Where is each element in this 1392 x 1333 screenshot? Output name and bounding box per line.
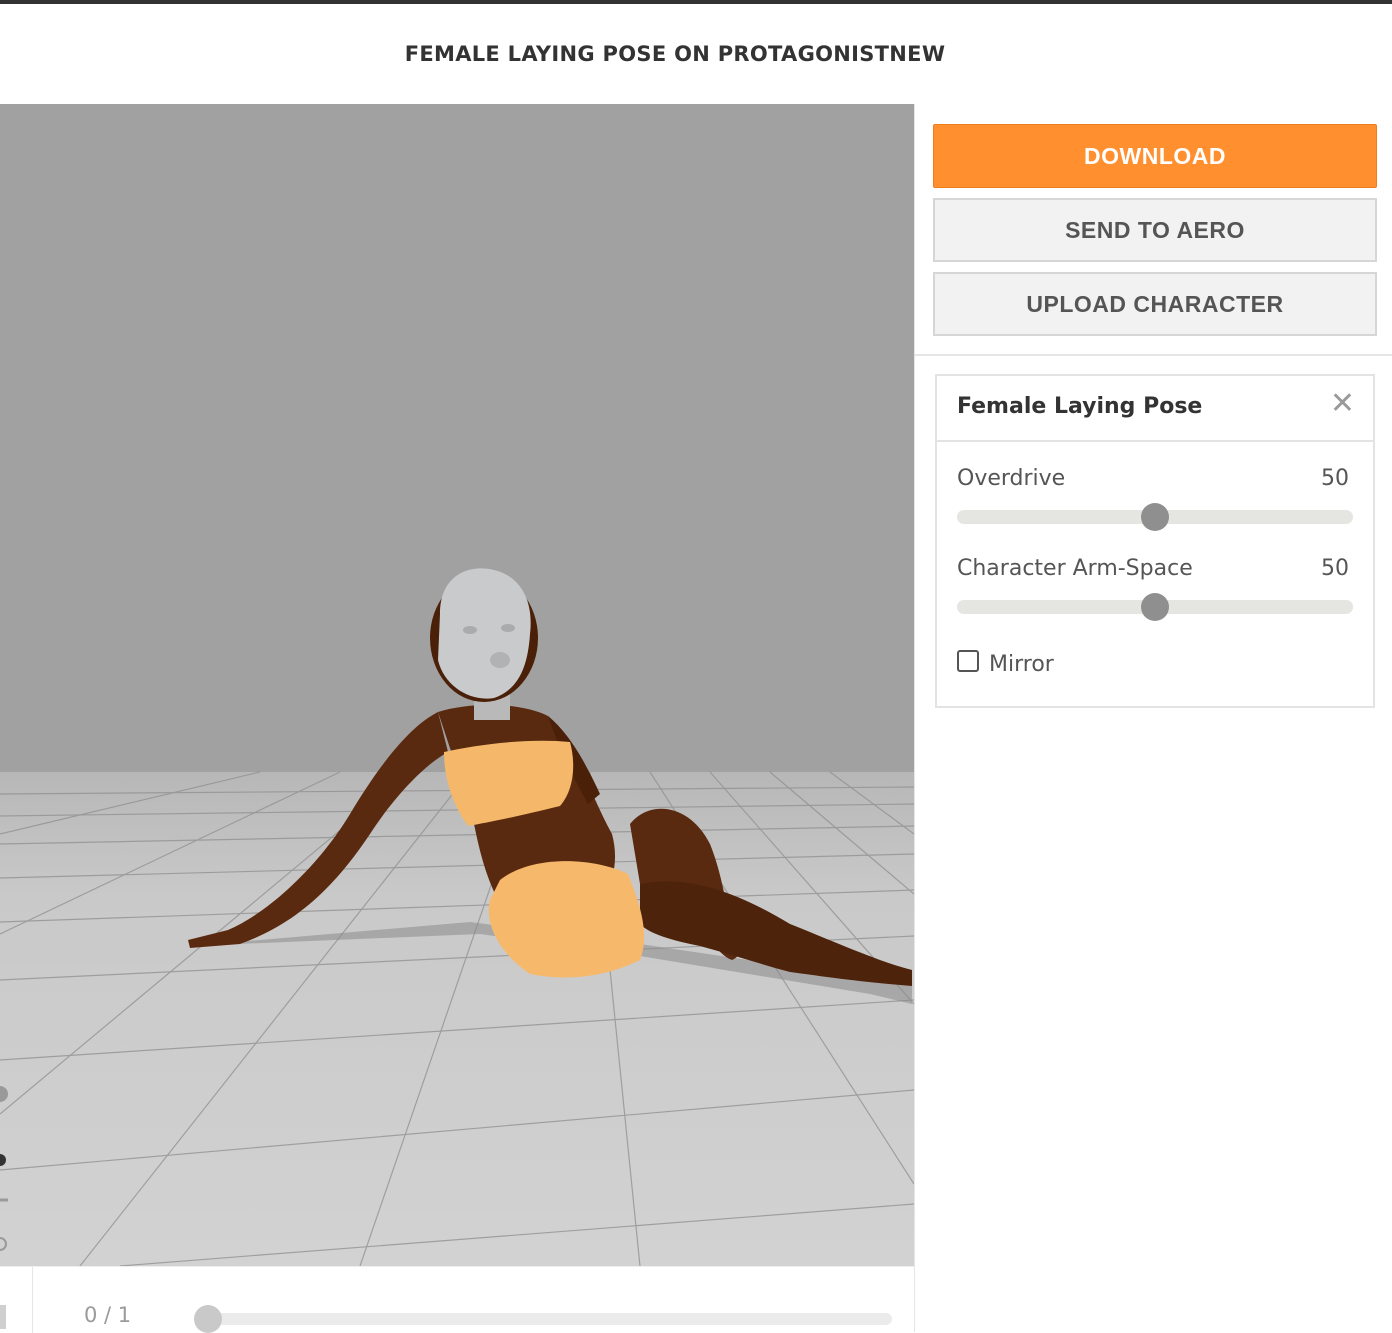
viewport-toolbar	[0, 1074, 12, 1266]
character-head	[438, 568, 531, 699]
arm-space-value: 50	[1321, 556, 1349, 581]
send-to-aero-button[interactable]: SEND TO AERO	[933, 198, 1377, 262]
timeline-divider	[32, 1267, 33, 1333]
timeline-bar: 0 / 1	[0, 1266, 914, 1333]
overdrive-label: Overdrive	[957, 466, 1066, 491]
frame-counter: 0 / 1	[84, 1303, 132, 1327]
timeline-scrubber[interactable]	[194, 1305, 222, 1333]
3d-viewport[interactable]	[0, 104, 914, 1266]
mirror-checkbox[interactable]	[957, 650, 979, 672]
sidebar: DOWNLOAD SEND TO AERO UPLOAD CHARACTER F…	[914, 104, 1392, 1332]
upload-character-button[interactable]: UPLOAD CHARACTER	[933, 272, 1377, 336]
scene-canvas[interactable]	[0, 104, 914, 1266]
download-button[interactable]: DOWNLOAD	[933, 124, 1377, 188]
arm-space-label: Character Arm-Space	[957, 556, 1193, 581]
panel-header: Female Laying Pose ✕	[937, 376, 1373, 442]
page-title: FEMALE LAYING POSE ON PROTAGONISTNEW	[404, 42, 946, 66]
page-header: FEMALE LAYING POSE ON PROTAGONISTNEW	[0, 4, 1392, 104]
mirror-label[interactable]: Mirror	[989, 652, 1054, 677]
zoom-icon	[0, 1237, 7, 1251]
animation-title: Female Laying Pose	[957, 394, 1203, 419]
arm-space-slider-handle[interactable]	[1141, 593, 1169, 621]
sidebar-divider	[915, 354, 1392, 356]
animation-settings-panel: Female Laying Pose ✕ Overdrive 50 Charac…	[935, 374, 1375, 708]
pan-icon	[0, 1154, 6, 1166]
timeline-handle[interactable]	[0, 1305, 6, 1329]
orbit-icon	[0, 1086, 8, 1102]
floor	[0, 772, 914, 1266]
overdrive-value: 50	[1321, 466, 1349, 491]
close-icon[interactable]: ✕	[1330, 389, 1355, 419]
overdrive-slider-handle[interactable]	[1141, 503, 1169, 531]
timeline-track[interactable]	[196, 1313, 892, 1325]
